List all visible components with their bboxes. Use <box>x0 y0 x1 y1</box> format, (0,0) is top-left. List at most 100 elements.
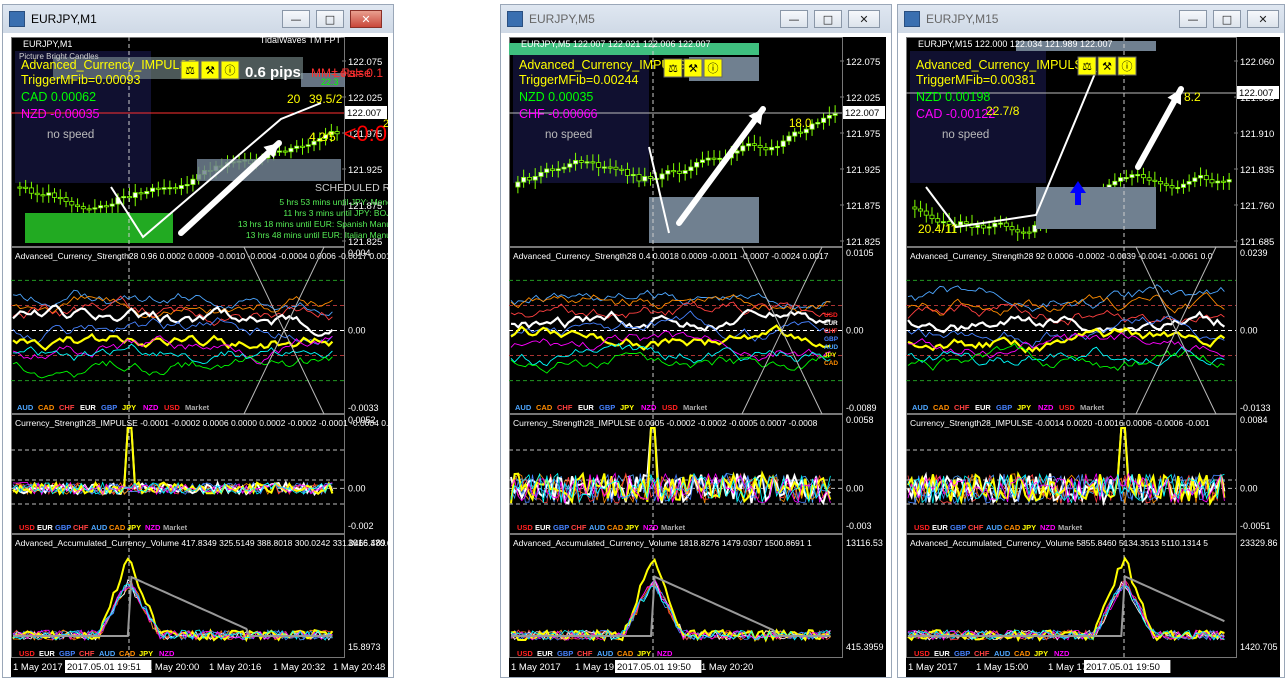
legend-item-usd[interactable]: USD <box>19 649 35 658</box>
legend-item-nzd[interactable]: NZD <box>1040 523 1056 532</box>
close-button[interactable]: ✕ <box>1247 10 1279 28</box>
legend-item-eur[interactable]: EUR <box>975 403 991 412</box>
window-titlebar[interactable]: EURJPY,M15 — □ ✕ <box>898 5 1284 33</box>
chart-svg[interactable]: 122.060121.985121.910121.835121.760121.6… <box>906 37 1280 677</box>
legend-item-gbp[interactable]: GBP <box>950 523 966 532</box>
chart-window-m15[interactable]: EURJPY,M15 — □ ✕ 122.060121.985121.91012… <box>897 4 1285 678</box>
legend-item-gbp[interactable]: GBP <box>101 403 117 412</box>
legend-item-eur[interactable]: EUR <box>37 523 53 532</box>
chart-area[interactable]: 122.060121.985121.910121.835121.760121.6… <box>906 37 1280 677</box>
legend-item-aud[interactable]: AUD <box>994 649 1011 658</box>
window-titlebar[interactable]: EURJPY,M5 — □ ✕ <box>501 5 891 33</box>
pane2-title: Advanced_Currency_Strength28 0.96 0.0002… <box>15 251 388 261</box>
legend-item-cad[interactable]: CAD <box>933 403 950 412</box>
legend-item-gbp[interactable]: GBP <box>996 403 1012 412</box>
legend-item-market[interactable]: Market <box>185 403 210 412</box>
legend-item-nzd[interactable]: NZD <box>145 523 161 532</box>
legend-item-cad[interactable]: CAD <box>607 523 624 532</box>
legend-item-gbp[interactable]: GBP <box>954 649 970 658</box>
legend-item-chf[interactable]: CHF <box>968 523 984 532</box>
window-titlebar[interactable]: EURJPY,M1 — □ ✕ <box>3 5 393 33</box>
legend-item-chf[interactable]: CHF <box>954 403 970 412</box>
legend-item-usd[interactable]: USD <box>19 523 35 532</box>
maximize-button[interactable]: □ <box>316 10 344 28</box>
legend-item-market[interactable]: Market <box>683 403 708 412</box>
legend-item-chf[interactable]: CHF <box>73 523 89 532</box>
legend-item-usd[interactable]: USD <box>164 403 180 412</box>
legend-item-nzd[interactable]: NZD <box>643 523 659 532</box>
legend-item-gbp[interactable]: GBP <box>557 649 573 658</box>
legend-item-nzd[interactable]: NZD <box>143 403 159 412</box>
legend-item-usd[interactable]: USD <box>662 403 678 412</box>
legend-item-aud[interactable]: AUD <box>91 523 108 532</box>
legend-item-jpy[interactable]: JPY <box>1034 649 1048 658</box>
chart-area[interactable]: 122.075 122.025 121.975 121.925 121.875 121.8… <box>509 37 886 677</box>
legend-item-eur[interactable]: EUR <box>80 403 96 412</box>
legend-item-cad[interactable]: CAD <box>536 403 553 412</box>
legend-item-usd[interactable]: USD <box>1059 403 1075 412</box>
legend-item-chf[interactable]: CHF <box>571 523 587 532</box>
legend-item-eur[interactable]: EUR <box>39 649 55 658</box>
chart-window-m5[interactable]: EURJPY,M5 — □ ✕ 122.075 122.025 121.975 121… <box>500 4 892 678</box>
legend-item-cad[interactable]: CAD <box>617 649 634 658</box>
legend-item-eur[interactable]: EUR <box>932 523 948 532</box>
legend-item-cad[interactable]: CAD <box>1004 523 1021 532</box>
minimize-button[interactable]: — <box>780 10 808 28</box>
legend-item-chf[interactable]: CHF <box>79 649 95 658</box>
legend-item-aud[interactable]: AUD <box>986 523 1003 532</box>
legend-item-cad[interactable]: CAD <box>1014 649 1031 658</box>
maximize-button[interactable]: □ <box>1213 10 1241 28</box>
legend-item-jpy[interactable]: JPY <box>139 649 153 658</box>
legend-item-chf[interactable]: CHF <box>557 403 573 412</box>
legend-item-jpy[interactable]: JPY <box>637 649 651 658</box>
legend-item-aud[interactable]: AUD <box>597 649 614 658</box>
chart-window-m1[interactable]: EURJPY,M1 — □ ✕ 122.075 122.025 121.975 121… <box>2 4 394 678</box>
legend-item-gbp[interactable]: GBP <box>55 523 71 532</box>
legend-item-jpy[interactable]: JPY <box>122 403 136 412</box>
legend-item-nzd[interactable]: NZD <box>159 649 175 658</box>
legend-item-jpy[interactable]: JPY <box>1017 403 1031 412</box>
legend-item-usd[interactable]: USD <box>517 523 533 532</box>
legend-item-aud[interactable]: AUD <box>17 403 34 412</box>
legend-item-jpy[interactable]: JPY <box>1022 523 1036 532</box>
legend-item-eur[interactable]: EUR <box>537 649 553 658</box>
legend-item-nzd[interactable]: NZD <box>1038 403 1054 412</box>
legend-item-aud[interactable]: AUD <box>589 523 606 532</box>
legend-item-eur[interactable]: EUR <box>578 403 594 412</box>
minimize-button[interactable]: — <box>1179 10 1207 28</box>
legend-item-market[interactable]: Market <box>661 523 686 532</box>
legend-item-chf[interactable]: CHF <box>974 649 990 658</box>
legend-item-jpy[interactable]: JPY <box>127 523 141 532</box>
legend-item-cad[interactable]: CAD <box>38 403 55 412</box>
legend-item-jpy[interactable]: JPY <box>625 523 639 532</box>
legend-item-nzd[interactable]: NZD <box>657 649 673 658</box>
chart-area[interactable]: 122.075 122.025 121.975 121.925 121.875 121.8… <box>11 37 388 677</box>
legend-item-market[interactable]: Market <box>1080 403 1105 412</box>
legend-item-cad[interactable]: CAD <box>119 649 136 658</box>
legend-item-chf[interactable]: CHF <box>577 649 593 658</box>
legend-item-aud[interactable]: AUD <box>99 649 116 658</box>
legend-item-gbp[interactable]: GBP <box>599 403 615 412</box>
legend-item-usd[interactable]: USD <box>517 649 533 658</box>
legend-item-nzd[interactable]: NZD <box>1054 649 1070 658</box>
minimize-button[interactable]: — <box>282 10 310 28</box>
legend-item-eur[interactable]: EUR <box>934 649 950 658</box>
chart-svg[interactable]: 122.075122.025121.975121.925121.875121.8… <box>509 37 886 677</box>
legend-item-gbp[interactable]: GBP <box>59 649 75 658</box>
legend-item-nzd[interactable]: NZD <box>641 403 657 412</box>
legend-item-jpy[interactable]: JPY <box>620 403 634 412</box>
legend-item-chf[interactable]: CHF <box>59 403 75 412</box>
chart-svg[interactable]: 122.075122.025121.975121.925121.875121.8… <box>11 37 388 677</box>
legend-item-eur[interactable]: EUR <box>535 523 551 532</box>
legend-item-market[interactable]: Market <box>163 523 188 532</box>
legend-item-gbp[interactable]: GBP <box>553 523 569 532</box>
legend-item-usd[interactable]: USD <box>914 649 930 658</box>
legend-item-aud[interactable]: AUD <box>515 403 532 412</box>
legend-item-cad[interactable]: CAD <box>109 523 126 532</box>
legend-item-market[interactable]: Market <box>1058 523 1083 532</box>
legend-item-aud[interactable]: AUD <box>912 403 929 412</box>
maximize-button[interactable]: □ <box>814 10 842 28</box>
close-button[interactable]: ✕ <box>350 10 382 28</box>
close-button[interactable]: ✕ <box>848 10 880 28</box>
legend-item-usd[interactable]: USD <box>914 523 930 532</box>
